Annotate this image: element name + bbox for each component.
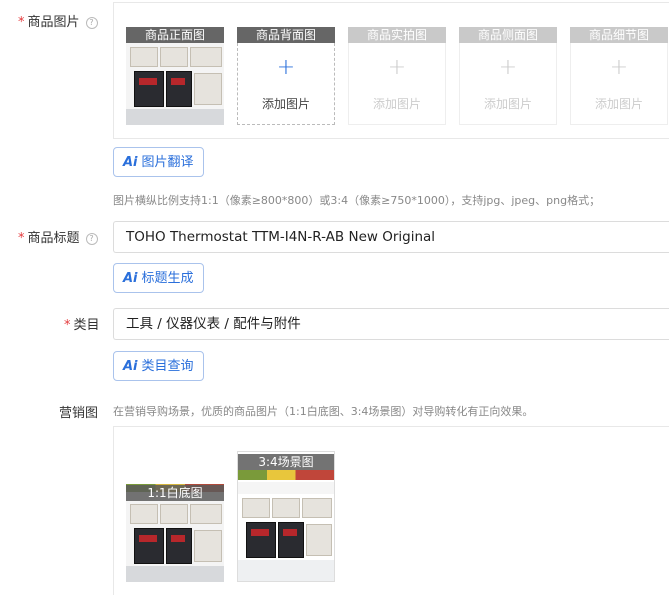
image-slot-detail: 商品细节图 + 添加图片 — [570, 27, 668, 125]
image-slot-back[interactable]: 商品背面图 + 添加图片 — [237, 27, 335, 125]
product-images-label: * 商品图片? — [18, 11, 98, 30]
marketing-image-square[interactable]: 1:1白底图 — [126, 484, 224, 582]
category-input[interactable]: 工具 / 仪器仪表 / 配件与附件 — [113, 308, 669, 340]
add-image-area[interactable]: + 添加图片 — [237, 43, 335, 125]
image-translate-button[interactable]: Ai 图片翻译 — [113, 147, 204, 177]
image-slot-side: 商品侧面图 + 添加图片 — [459, 27, 557, 125]
marketing-image-label: 3:4场景图 — [238, 454, 334, 470]
marketing-image-label: 1:1白底图 — [126, 485, 224, 501]
marketing-label: 营销图 — [59, 406, 99, 421]
add-image-text: 添加图片 — [261, 97, 310, 111]
add-image-area: + 添加图片 — [348, 43, 446, 125]
help-icon[interactable]: ? — [85, 17, 98, 29]
image-slot-front[interactable]: 商品正面图 — [126, 27, 224, 125]
slot-title: 商品背面图 — [237, 27, 335, 43]
plus-icon: + — [498, 55, 518, 80]
ai-icon: Ai — [123, 155, 138, 170]
help-icon[interactable]: ? — [85, 233, 98, 245]
product-title-label: * 商品标题? — [18, 227, 98, 246]
add-image-area: + 添加图片 — [570, 43, 668, 125]
ai-icon: Ai — [123, 271, 138, 286]
marketing-image-portrait[interactable]: 3:4场景图 — [237, 451, 335, 582]
add-image-text: 添加图片 — [372, 97, 421, 111]
add-image-text: 添加图片 — [594, 97, 643, 111]
slot-title: 商品正面图 — [126, 27, 224, 43]
add-image-text: 添加图片 — [483, 97, 532, 111]
title-generate-button[interactable]: Ai 标题生成 — [113, 263, 204, 293]
image-slot-real: 商品实拍图 + 添加图片 — [348, 27, 446, 125]
image-format-hint: 图片横纵比例支持1:1（像素≥800*800）或3:4（像素≥750*1000）… — [113, 194, 601, 207]
marketing-hint: 在营销导购场景，优质的商品图片（1:1白底图、3:4场景图）对导购转化有正向效果… — [113, 405, 534, 418]
plus-icon: + — [387, 55, 407, 80]
add-image-area: + 添加图片 — [459, 43, 557, 125]
ai-icon: Ai — [123, 359, 138, 374]
slot-title: 商品细节图 — [570, 27, 668, 43]
slot-title: 商品侧面图 — [459, 27, 557, 43]
plus-icon: + — [609, 55, 629, 80]
category-query-button[interactable]: Ai 类目查询 — [113, 351, 204, 381]
category-label: * 类目 — [64, 318, 100, 333]
slot-title: 商品实拍图 — [348, 27, 446, 43]
product-title-input[interactable]: TOHO Thermostat TTM-I4N-R-AB New Origina… — [113, 221, 669, 253]
plus-icon: + — [276, 55, 296, 80]
